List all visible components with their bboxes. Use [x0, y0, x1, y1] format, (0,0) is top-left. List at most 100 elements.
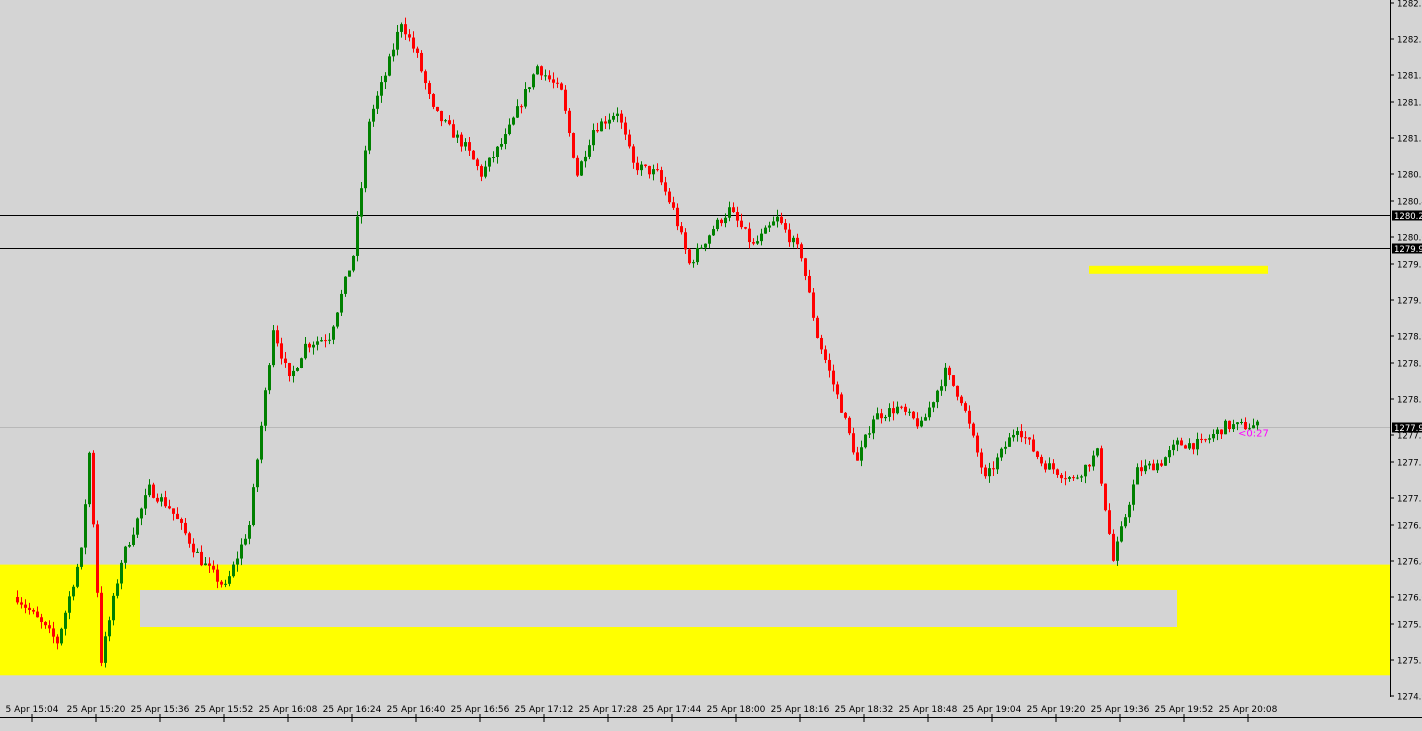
candle-body	[684, 232, 687, 250]
candle-body	[76, 566, 79, 587]
time-tick-label: 25 Apr 18:00	[707, 705, 766, 715]
candle-body	[720, 219, 723, 224]
candle-body	[848, 417, 851, 434]
candle-body	[872, 419, 875, 434]
candle-body	[1132, 484, 1135, 505]
candle-body	[24, 604, 27, 608]
candle-body	[1136, 467, 1139, 485]
candle-body	[676, 207, 679, 227]
price-tick-label: 1280.4	[1397, 198, 1422, 208]
candle-body	[956, 385, 959, 397]
candle-body	[540, 66, 543, 76]
price-tick-label: 1279.3	[1397, 297, 1422, 307]
candle-body	[1096, 448, 1099, 456]
candle-body	[1068, 477, 1071, 479]
candle-body	[448, 120, 451, 125]
candle-body	[548, 75, 551, 80]
time-tick-label: 5 Apr 15:04	[6, 705, 59, 715]
price-tick-label: 1281.1	[1397, 135, 1422, 145]
candle-body	[564, 89, 567, 111]
candle-body	[700, 247, 703, 249]
candle-body	[652, 169, 655, 175]
target-zone	[1089, 265, 1268, 274]
candle-body	[1180, 440, 1183, 446]
candle-body	[400, 24, 403, 32]
candle-body	[1188, 443, 1191, 449]
candle-body	[1196, 438, 1199, 450]
chart: 1280.2 1279.9 <0:27 1282.6 1282.2 1281.8 1281…	[0, 0, 1422, 727]
candle-body	[556, 82, 559, 84]
candle-body	[1200, 438, 1203, 440]
candle-body	[600, 121, 603, 132]
candle-body	[100, 592, 103, 663]
candle-body	[348, 270, 351, 277]
candle-body	[176, 513, 179, 520]
candle-body	[908, 411, 911, 413]
candle-body	[772, 221, 775, 226]
candle-body	[216, 569, 219, 582]
candle-body	[232, 564, 235, 577]
candle-body	[248, 525, 251, 539]
candle-body	[124, 546, 127, 563]
candle-body	[196, 551, 199, 553]
candle-body	[1204, 439, 1207, 441]
bar-countdown: <0:27	[1238, 429, 1269, 440]
candle-body	[1240, 421, 1243, 423]
candle-body	[368, 121, 371, 151]
price-tick-label: 1278.9	[1397, 333, 1422, 343]
candle-body	[640, 164, 643, 171]
candle-body	[1056, 469, 1059, 475]
candle-body	[644, 164, 647, 166]
candle-body	[816, 317, 819, 338]
candle-body	[208, 563, 211, 566]
candle-body	[824, 349, 827, 360]
price-tick-label: 1278.6	[1397, 360, 1422, 370]
candle-body	[152, 484, 155, 498]
candle-body	[260, 425, 263, 460]
time-tick-label: 25 Apr 16:08	[259, 705, 318, 715]
candle-body	[336, 312, 339, 327]
candle-body	[624, 122, 627, 135]
candle-body	[1156, 463, 1159, 471]
candle-body	[1112, 533, 1115, 561]
price-tick-label: 1275.3	[1397, 657, 1422, 667]
candle-body	[344, 276, 347, 294]
price-tick-label: 1280.0	[1397, 234, 1422, 244]
candle-body	[1076, 477, 1079, 479]
candle-body	[732, 207, 735, 213]
candle-body	[840, 394, 843, 413]
candle-body	[1024, 437, 1027, 439]
candle-body	[488, 157, 491, 167]
candle-body	[520, 106, 523, 108]
zone-gap	[140, 590, 1177, 627]
candle-body	[484, 166, 487, 177]
candle-body	[164, 497, 167, 507]
candle-body	[424, 71, 427, 84]
candle-body	[1252, 425, 1255, 429]
candle-body	[296, 368, 299, 371]
candle-body	[464, 142, 467, 147]
candle-body	[44, 622, 47, 626]
candle-body	[512, 117, 515, 125]
time-tick-label: 25 Apr 20:08	[1219, 705, 1278, 715]
candle-body	[1040, 456, 1043, 464]
candle-body	[148, 484, 151, 496]
candle-body	[304, 343, 307, 359]
candle-body	[1048, 463, 1051, 470]
candle-body	[968, 410, 971, 424]
candle-body	[1080, 476, 1083, 478]
candle-body	[1208, 438, 1211, 440]
candle-body	[660, 170, 663, 183]
candle-body	[788, 229, 791, 243]
candle-body	[16, 597, 19, 603]
candle-body	[1128, 504, 1131, 518]
candle-body	[812, 292, 815, 318]
candle-body	[736, 212, 739, 221]
candle-body	[168, 506, 171, 509]
candle-body	[636, 162, 639, 171]
candle-body	[84, 504, 87, 548]
candle-body	[808, 275, 811, 293]
candle-body	[988, 468, 991, 477]
candle-body	[52, 628, 55, 637]
candle-body	[476, 159, 479, 167]
